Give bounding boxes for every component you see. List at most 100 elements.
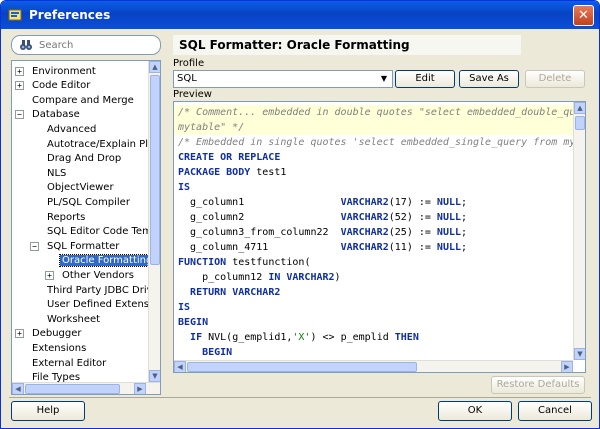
- code-token: ) :=: [406, 227, 437, 238]
- preview-code-area[interactable]: /* Comment... embedded in double quotes …: [173, 101, 586, 373]
- tree-item-label: Environment: [32, 65, 96, 77]
- expand-icon[interactable]: +: [15, 81, 24, 91]
- scroll-up-icon[interactable]: ▲: [574, 102, 585, 114]
- code-token: PACKAGE BODY: [178, 167, 251, 178]
- tree-item[interactable]: + Debugger: [15, 327, 84, 341]
- edit-button[interactable]: Edit: [395, 70, 455, 88]
- tree-item[interactable]: ObjectViewer: [30, 181, 116, 195]
- code-token: ) :=: [406, 212, 437, 223]
- preview-vertical-scrollbar[interactable]: ▲ ▼: [573, 102, 585, 360]
- ok-button[interactable]: OK: [438, 401, 512, 421]
- save-as-button[interactable]: Save As: [459, 70, 519, 88]
- close-button[interactable]: ✕: [573, 5, 594, 26]
- preview-vertical-thumb[interactable]: [575, 116, 585, 130]
- tree-item[interactable]: Worksheet: [30, 312, 102, 326]
- tree-vertical-scrollbar[interactable]: ▲ ▼: [148, 61, 160, 382]
- tree-item[interactable]: Extensions: [15, 341, 88, 355]
- tree-item[interactable]: PL/SQL Compiler: [30, 195, 132, 209]
- title-bar[interactable]: Preferences ✕: [1, 1, 599, 29]
- profile-value: SQL: [177, 73, 197, 84]
- tree-item[interactable]: NLS: [30, 166, 68, 180]
- cancel-button[interactable]: Cancel: [518, 401, 592, 421]
- tree-item-label: NLS: [47, 167, 67, 179]
- scroll-down-icon[interactable]: ▼: [574, 348, 585, 360]
- tree-item-label: Oracle Formatting: [58, 254, 156, 268]
- code-token: NULL: [436, 197, 462, 208]
- code-token: mytable" */: [178, 122, 245, 133]
- expand-icon[interactable]: +: [15, 329, 24, 339]
- tree-item-label: SQL Editor Code Templates: [47, 226, 160, 238]
- code-token: g_column_4711: [178, 242, 341, 253]
- tree-item[interactable]: Advanced: [30, 122, 98, 136]
- expand-icon[interactable]: +: [45, 270, 54, 280]
- scroll-left-icon[interactable]: ◀: [174, 361, 186, 372]
- tree-item[interactable]: Autotrace/Explain Plan: [30, 137, 161, 151]
- tree-item[interactable]: User Defined Extensions: [30, 298, 161, 312]
- code-line: CREATE OR REPLACE: [178, 150, 280, 165]
- tree-item[interactable]: + Environment: [15, 64, 98, 78]
- tree-item[interactable]: Third Party JDBC Drivers: [30, 283, 160, 297]
- scroll-right-icon[interactable]: ▶: [561, 361, 573, 372]
- code-token: NVL(g_emplid1,: [202, 332, 293, 343]
- code-token: VARCHAR2: [340, 197, 389, 208]
- tree-item-label: Database: [32, 109, 80, 121]
- code-token: BEGIN: [202, 347, 233, 358]
- tree-item[interactable]: Oracle Formatting: [45, 254, 156, 268]
- expand-icon[interactable]: +: [15, 66, 24, 76]
- code-line: IS: [178, 300, 190, 315]
- preview-horizontal-thumb[interactable]: [187, 362, 417, 372]
- scroll-right-icon[interactable]: ▶: [134, 383, 146, 394]
- tree-item-label: Advanced: [47, 123, 97, 135]
- code-token: 'X': [292, 332, 311, 343]
- delete-button[interactable]: Delete: [525, 70, 585, 88]
- code-line: BEGIN: [178, 345, 232, 360]
- code-token: NULL: [436, 227, 462, 238]
- tree-item-label: User Defined Extensions: [47, 299, 161, 311]
- tree-vertical-thumb[interactable]: [150, 75, 160, 265]
- code-token: /* Embedded in single quotes 'select emb…: [178, 137, 582, 148]
- help-button[interactable]: Help: [11, 401, 85, 421]
- collapse-icon[interactable]: −: [30, 241, 39, 251]
- code-token: VARCHAR2: [340, 227, 389, 238]
- tree-item-label: Autotrace/Explain Plan: [47, 138, 161, 150]
- navigation-pane: + Environment + Code Editor Compare and Merg…: [11, 35, 161, 395]
- footer-divider: [9, 397, 591, 398]
- scroll-left-icon[interactable]: ◀: [12, 383, 24, 394]
- tree-item[interactable]: − SQL Formatter: [30, 239, 121, 253]
- preview-horizontal-scrollbar[interactable]: ◀ ▶: [174, 360, 573, 372]
- search-input[interactable]: [39, 39, 149, 51]
- collapse-icon[interactable]: −: [15, 110, 24, 120]
- tree-item[interactable]: SQL Editor Code Templates: [30, 225, 160, 239]
- tree-item[interactable]: Reports: [30, 210, 87, 224]
- tree-item[interactable]: + Code Editor: [15, 79, 92, 93]
- tree-item[interactable]: External Editor: [15, 356, 108, 370]
- tree-item-label: PL/SQL Compiler: [47, 196, 130, 208]
- search-box[interactable]: [11, 35, 161, 55]
- tree-horizontal-scrollbar[interactable]: ◀ ▶: [12, 382, 160, 394]
- code-token: ;: [461, 197, 468, 208]
- preferences-tree: + Environment + Code Editor Compare and Merg…: [11, 60, 161, 395]
- tree-horizontal-thumb[interactable]: [25, 384, 120, 394]
- profile-select[interactable]: SQL ▼: [173, 70, 393, 88]
- scroll-up-icon[interactable]: ▲: [149, 61, 160, 73]
- tree-item[interactable]: Drag And Drop: [30, 152, 123, 166]
- tree-item[interactable]: + Other Vendors: [45, 268, 136, 282]
- code-token: /* Comment... embedded in double quotes …: [178, 107, 582, 118]
- tree-item-label: External Editor: [32, 357, 107, 369]
- tree-item[interactable]: − Database: [15, 108, 82, 122]
- tree-item[interactable]: Compare and Merge: [15, 93, 136, 107]
- scroll-down-icon[interactable]: ▼: [149, 370, 160, 382]
- chevron-down-icon[interactable]: ▼: [377, 72, 391, 86]
- preferences-icon: [7, 7, 23, 23]
- restore-defaults-button[interactable]: Restore Defaults: [491, 376, 585, 394]
